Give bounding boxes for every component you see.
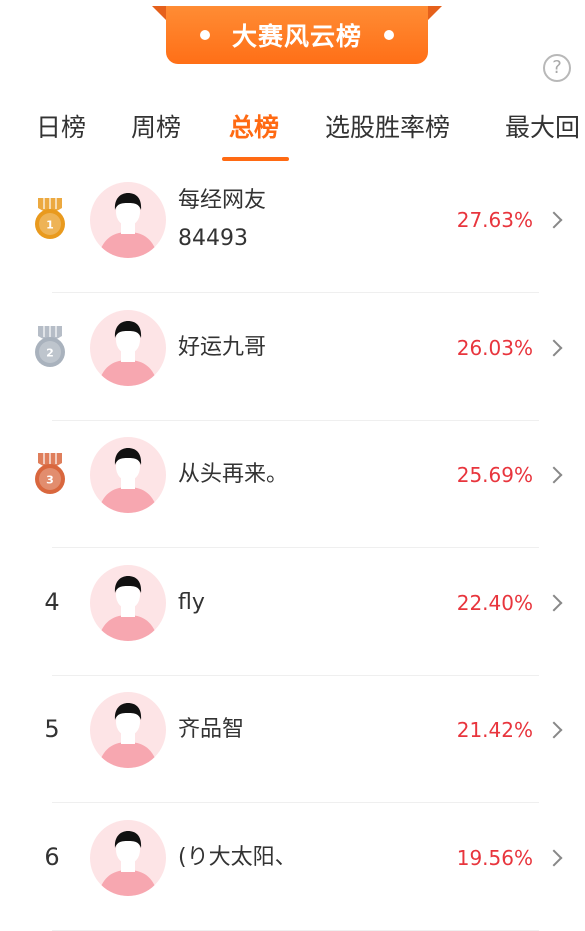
banner: 大赛风云榜 [166,6,428,64]
chevron-right-icon[interactable] [545,211,563,229]
tab-weekly[interactable]: 周榜 [131,108,181,144]
ranking-row[interactable]: 3 从头再来。 25.69% [0,420,585,548]
user-name-line2: 84493 [178,226,248,251]
avatar[interactable] [90,437,166,513]
ranking-row[interactable]: 4 fly 22.40% [0,548,585,676]
user-name: (り大太阳、 [178,844,297,870]
chevron-right-icon[interactable] [545,849,563,866]
ranking-row[interactable]: 1 每经网友 84493 27.63% [0,165,585,293]
return-rate: 22.40% [456,590,533,615]
ranking-row[interactable]: 6 (り大太阳、 19.56% [0,803,585,931]
avatar[interactable] [90,564,166,641]
row-divider [52,929,539,931]
return-rate: 26.03% [456,335,533,360]
avatar[interactable] [90,692,166,768]
gold-medal-icon: 1 [33,198,67,240]
tab-overall[interactable]: 总榜 [229,108,279,144]
chevron-right-icon[interactable] [545,466,563,484]
return-rate: 27.63% [456,208,533,232]
return-rate: 19.56% [456,845,533,870]
silver-medal-icon: 2 [33,325,67,368]
svg-text:2: 2 [46,346,54,359]
chevron-right-icon[interactable] [545,721,563,739]
svg-text:1: 1 [46,219,54,232]
ranking-row[interactable]: 2 好运九哥 26.03% [0,293,585,421]
user-name-line1: 每经网友 [178,188,267,213]
return-rate: 25.69% [456,463,533,487]
page-banner: 大赛风云榜 [0,0,585,70]
banner-fold-right [428,6,442,20]
rank-number: 5 [44,715,60,743]
rank-number: 6 [44,842,60,871]
bronze-medal-icon: 3 [33,453,67,495]
rank-number: 4 [44,587,60,616]
user-name: 每经网友 84493 [178,182,266,258]
banner-dot-left [199,30,210,40]
help-icon[interactable]: ? [543,54,571,82]
user-name: fly [178,589,205,615]
page-title: 大赛风云榜 [231,22,362,51]
user-name: 从头再来。 [178,462,289,487]
ranking-row[interactable]: 5 齐品智 21.42% [0,675,585,803]
return-rate: 21.42% [456,718,533,742]
banner-fold-left [152,6,166,20]
avatar[interactable] [90,819,166,896]
user-name: 齐品智 [178,717,245,742]
tab-win-rate[interactable]: 选股胜率榜 [325,108,450,144]
user-name: 好运九哥 [178,334,267,360]
active-tab-indicator [222,157,289,161]
tab-daily[interactable]: 日榜 [36,108,86,144]
svg-text:3: 3 [46,474,54,487]
chevron-right-icon[interactable] [545,594,563,611]
tab-max-drawdown[interactable]: 最大回 [505,108,580,144]
avatar[interactable] [90,309,166,386]
avatar[interactable] [90,182,166,258]
banner-dot-right [384,30,394,40]
tab-bar: 日榜 周榜 总榜 选股胜率榜 最大回 [0,100,585,162]
chevron-right-icon[interactable] [545,339,563,356]
